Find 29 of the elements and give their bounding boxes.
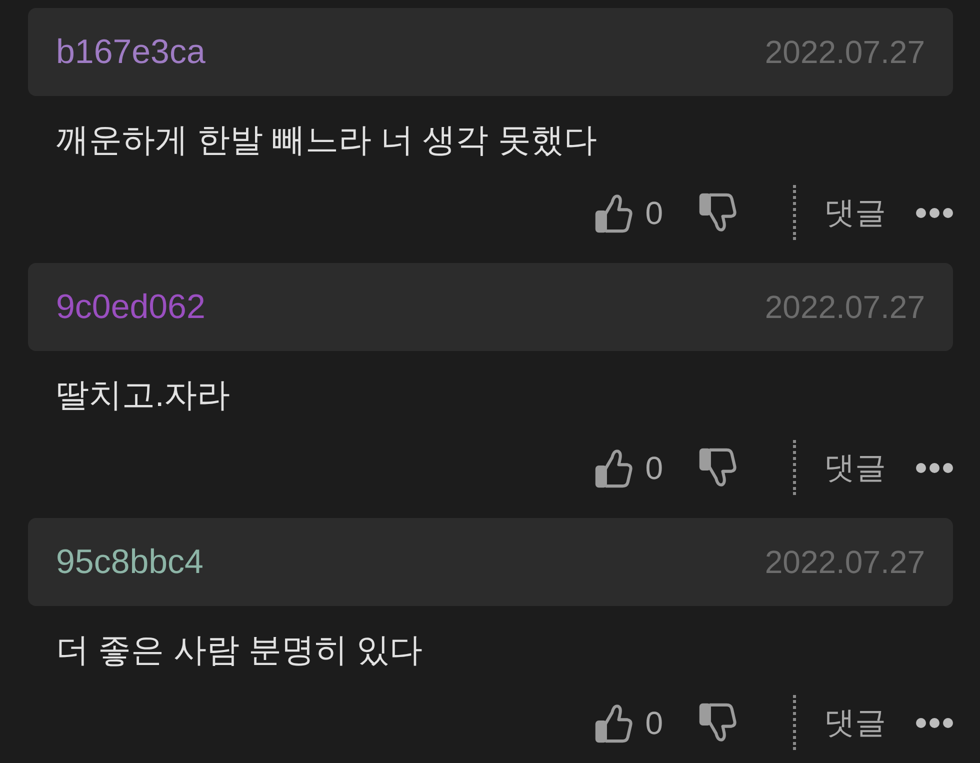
username[interactable]: 95c8bbc4 — [56, 542, 204, 582]
dislike-button[interactable] — [699, 192, 737, 234]
more-icon — [916, 208, 953, 218]
dislike-button[interactable] — [699, 702, 737, 744]
like-button[interactable]: 0 — [595, 446, 663, 488]
thumbs-up-icon — [595, 446, 634, 488]
comment-date: 2022.07.27 — [764, 543, 925, 581]
like-button[interactable]: 0 — [595, 702, 663, 744]
username[interactable]: b167e3ca — [56, 32, 206, 72]
comment-date: 2022.07.27 — [764, 288, 925, 326]
comment-date: 2022.07.27 — [764, 33, 925, 71]
more-button[interactable] — [916, 718, 953, 728]
more-icon — [916, 462, 953, 472]
more-button[interactable] — [916, 208, 953, 218]
more-button[interactable] — [916, 462, 953, 472]
thumbs-down-icon — [699, 702, 737, 744]
thumbs-down-icon — [699, 446, 737, 488]
thumbs-down-icon — [699, 192, 737, 234]
comment-text: 딸치고.자라 — [55, 375, 230, 415]
comment-text: 깨운하게 한발 빼느라 너 생각 못했다 — [55, 120, 597, 160]
more-icon — [916, 718, 953, 728]
thumbs-up-icon — [595, 702, 634, 744]
comment-text: 더 좋은 사람 분명히 있다 — [55, 630, 423, 670]
thumbs-up-icon — [595, 192, 634, 234]
reply-button[interactable]: 댓글 — [824, 448, 886, 488]
reply-button[interactable]: 댓글 — [824, 192, 886, 232]
like-button[interactable]: 0 — [595, 192, 663, 234]
dislike-button[interactable] — [699, 446, 737, 488]
reply-button[interactable]: 댓글 — [824, 702, 886, 742]
